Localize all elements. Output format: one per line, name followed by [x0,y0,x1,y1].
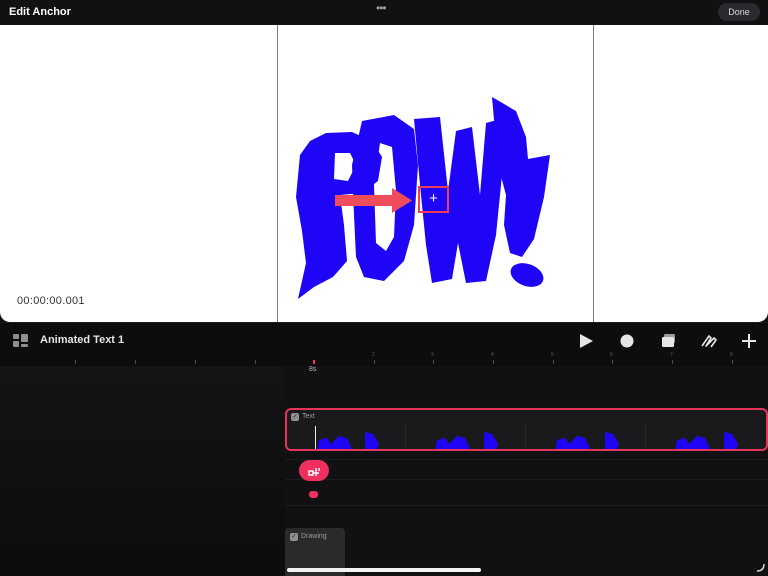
ruler-tick [612,360,613,364]
playhead-marker[interactable] [313,360,315,364]
ruler-tick [135,360,136,364]
ruler-tick [195,360,196,364]
page-title: Edit Anchor [9,6,71,18]
playhead-time: 8s [309,366,317,373]
lane-divider [285,459,768,460]
ruler-label: 3 [431,352,434,358]
timecode: 00:00:00.001 [17,295,85,307]
app-window: Edit Anchor ••• Done + 00:00:00.001 Anim… [0,0,768,576]
ruler-label: 8 [730,352,733,358]
more-icon[interactable]: ••• [376,1,387,15]
plus-icon: + [429,190,438,207]
lane-divider [285,505,768,506]
resize-grip-icon[interactable] [756,563,765,572]
document-title: Animated Text 1 [40,334,125,346]
preview-canvas[interactable]: + 00:00:00.001 [0,25,768,322]
divider [0,322,768,323]
timeline-panel: Animated Text 1 2 3 4 5 6 7 8 8s ✓ Text … [0,322,768,576]
ruler-label: 5 [551,352,554,358]
layers-icon[interactable] [659,331,679,351]
ruler-label: 7 [670,352,673,358]
track-playhead [315,426,316,449]
ruler-label: 6 [610,352,613,358]
pow-artwork[interactable] [0,25,768,322]
ruler-tick [672,360,673,364]
track-label: Drawing [301,533,327,540]
top-bar: Edit Anchor ••• Done [0,0,768,25]
lane-divider [285,479,768,480]
ruler-tick [433,360,434,364]
timeline-ruler[interactable]: 2 3 4 5 6 7 8 [0,350,768,366]
ruler-tick [493,360,494,364]
layout-icon[interactable] [13,334,28,347]
anchor-keyframe-button[interactable] [299,460,329,481]
track-header: ✓ Drawing [290,531,327,542]
anchor-point-handle[interactable]: + [418,186,449,213]
ruler-tick [255,360,256,364]
record-icon[interactable] [617,331,637,351]
track-area [285,366,768,576]
ruler-label: 4 [491,352,494,358]
text-track[interactable]: ✓ Text [285,408,768,451]
home-indicator[interactable] [287,568,481,572]
checkbox-icon[interactable]: ✓ [290,532,298,541]
track-thumbnails [317,426,738,449]
ruler-tick [374,360,375,364]
ruler-tick [75,360,76,364]
ruler-tick [553,360,554,364]
ruler-tick [732,360,733,364]
layer-list-area [0,366,285,576]
done-button[interactable]: Done [718,3,760,21]
anchor-icon [308,468,320,476]
track-header: ✓ Text [291,411,315,422]
draw-icon[interactable] [699,331,719,351]
keyframe-marker[interactable] [309,491,318,498]
ruler-label: 2 [372,352,375,358]
checkbox-icon[interactable]: ✓ [291,412,299,421]
add-icon[interactable] [739,331,759,351]
play-icon[interactable] [576,331,596,351]
track-label: Text [302,413,315,420]
